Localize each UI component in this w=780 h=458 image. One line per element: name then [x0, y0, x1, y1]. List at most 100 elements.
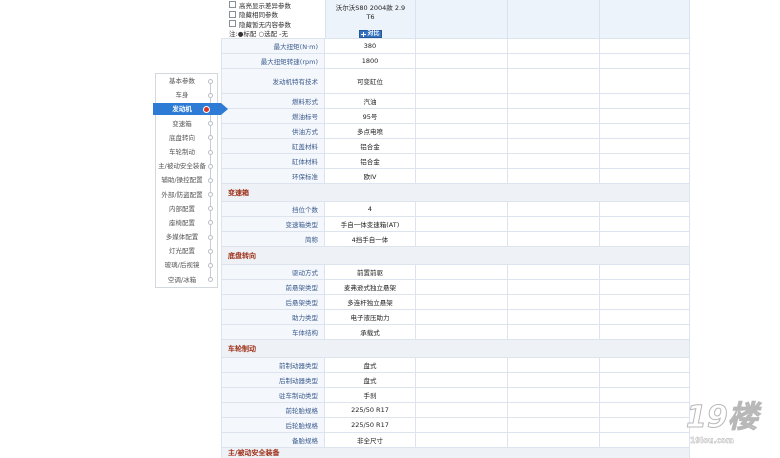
nav-item-label[interactable]: 车轮制动 [156, 145, 208, 159]
nav-item[interactable]: 空调/冰箱 [156, 273, 217, 287]
spec-label: 燃油标号 [221, 109, 325, 124]
spec-empty-cell [416, 69, 508, 94]
nav-dot-icon[interactable] [208, 192, 213, 198]
nav-dot-icon[interactable] [208, 220, 213, 226]
nav-item[interactable]: 发动机 [153, 102, 228, 116]
nav-item-label[interactable]: 座椅配置 [156, 216, 208, 230]
nav-item[interactable]: 内部配置 [156, 202, 217, 216]
nav-item[interactable]: 玻璃/后视镜 [156, 258, 217, 272]
spec-value: 手刹 [325, 388, 416, 403]
nav-dot-icon[interactable] [208, 149, 213, 155]
nav-dot-icon[interactable] [208, 263, 213, 269]
nav-dot-icon[interactable] [208, 206, 213, 212]
spec-label: 变速箱类型 [221, 217, 325, 232]
spec-empty-cell [416, 169, 508, 184]
spec-row: 最大扭矩(N·m) 380 [221, 39, 690, 54]
nav-item-label[interactable]: 多媒体配置 [156, 230, 208, 244]
nav-dot-icon[interactable] [208, 177, 213, 183]
spec-label: 后制动器类型 [221, 373, 325, 388]
watermark-logo: 19楼 [686, 400, 759, 435]
nav-dot-icon[interactable] [208, 121, 213, 127]
nav-item[interactable]: 车轮制动 [156, 145, 217, 159]
nav-item-label[interactable]: 变速箱 [156, 117, 208, 131]
nav-item-list: 基本参数 车身 发动机 变速箱 底盘转向 车轮制动 主/被动安全装备 辅助/操控配置 外部/防盗… [153, 74, 228, 287]
nav-item-label[interactable]: 玻璃/后视镜 [156, 258, 208, 272]
spec-value: 手自一体变速箱(AT) [325, 217, 416, 232]
nav-item-label[interactable]: 外部/防盗配置 [156, 188, 208, 202]
nav-dot-icon[interactable] [208, 163, 213, 169]
nav-item[interactable]: 主/被动安全装备 [156, 159, 217, 173]
spec-row: 缸盖材料 铝合金 [221, 139, 690, 154]
section-header: 底盘转向 [221, 247, 690, 265]
nav-item[interactable]: 辅助/操控配置 [156, 173, 217, 187]
nav-item-label[interactable]: 辅助/操控配置 [156, 173, 208, 187]
spec-value: 前置前驱 [325, 265, 416, 280]
spec-empty-cell [416, 388, 508, 403]
spec-row: 前制动器类型 盘式 [221, 358, 690, 373]
spec-row: 挡位个数 4 [221, 202, 690, 217]
hide-same-checkbox[interactable] [229, 10, 236, 18]
nav-item[interactable]: 外部/防盗配置 [156, 188, 217, 202]
nav-dot-icon[interactable] [208, 135, 213, 141]
spec-empty-cell [508, 39, 600, 54]
nav-item[interactable]: 基本参数 [156, 74, 217, 88]
spec-empty-cell [416, 358, 508, 373]
nav-item[interactable]: 底盘转向 [156, 131, 217, 145]
nav-item-label[interactable]: 发动机 [156, 102, 208, 116]
car-name-line[interactable]: 沃尔沃S80 2004款 2.9 [326, 4, 415, 13]
spec-row: 后悬架类型 多连杆独立悬架 [221, 295, 690, 310]
car-name-line[interactable]: T6 [326, 13, 415, 22]
spec-empty-cell [600, 325, 690, 340]
spec-empty-cell [508, 217, 600, 232]
hide-empty-label[interactable]: 隐藏暂无内容参数 [239, 19, 291, 29]
nav-dot-icon[interactable] [208, 234, 213, 240]
watermark: 19楼 19lou.com [686, 400, 759, 448]
section-title: 变速箱 [228, 188, 249, 197]
nav-item[interactable]: 多媒体配置 [156, 230, 217, 244]
nav-dot-icon[interactable] [208, 92, 213, 98]
spec-empty-cell [416, 280, 508, 295]
nav-dot-icon[interactable] [208, 248, 213, 254]
compare-button[interactable]: 对比 [359, 30, 382, 38]
spec-row: 前轮胎规格 225/50 R17 [221, 403, 690, 418]
spec-row: 燃料形式 汽油 [221, 94, 690, 109]
nav-item-label[interactable]: 空调/冰箱 [156, 273, 208, 287]
spec-empty-cell [416, 154, 508, 169]
spec-empty-cell [416, 310, 508, 325]
hide-empty-checkbox[interactable] [229, 20, 236, 28]
spec-empty-cell [416, 403, 508, 418]
highlight-diff-checkbox[interactable] [229, 1, 236, 9]
nav-item[interactable]: 车身 [156, 88, 217, 102]
spec-empty-cell [416, 295, 508, 310]
car-name[interactable]: 沃尔沃S80 2004款 2.9 T6 [326, 4, 415, 22]
hide-same-option[interactable]: 隐藏相同参数 [229, 9, 323, 19]
nav-item[interactable]: 变速箱 [156, 117, 217, 131]
spec-empty-cell [416, 39, 508, 54]
nav-item-label[interactable]: 底盘转向 [156, 131, 208, 145]
nav-item[interactable]: 座椅配置 [156, 216, 217, 230]
hide-same-label[interactable]: 隐藏相同参数 [239, 9, 278, 19]
hide-empty-option[interactable]: 隐藏暂无内容参数 [229, 19, 323, 29]
nav-dot-icon[interactable] [208, 277, 213, 283]
compare-button-label: 对比 [367, 30, 380, 37]
spec-row: 后轮胎规格 225/50 R17 [221, 418, 690, 433]
spec-empty-cell [508, 139, 600, 154]
spec-empty-cell [508, 280, 600, 295]
nav-item-label[interactable]: 灯光配置 [156, 244, 208, 258]
spec-empty-cell [600, 202, 690, 217]
spec-empty-cell [600, 418, 690, 433]
spec-empty-cell [600, 403, 690, 418]
nav-dot-icon[interactable] [203, 105, 210, 113]
spec-value: 铝合金 [325, 154, 416, 169]
nav-dot-icon[interactable] [208, 78, 213, 84]
spec-empty-cell [508, 295, 600, 310]
spec-row: 环保标准 欧IV [221, 169, 690, 184]
nav-item-label[interactable]: 主/被动安全装备 [156, 159, 208, 173]
spec-empty-cell [508, 94, 600, 109]
spec-empty-cell [416, 265, 508, 280]
nav-item-label[interactable]: 车身 [156, 88, 208, 102]
nav-item[interactable]: 灯光配置 [156, 244, 217, 258]
highlight-diff-option[interactable]: 高亮显示差异参数 [229, 0, 323, 10]
nav-item-label[interactable]: 基本参数 [156, 74, 208, 88]
nav-item-label[interactable]: 内部配置 [156, 202, 208, 216]
